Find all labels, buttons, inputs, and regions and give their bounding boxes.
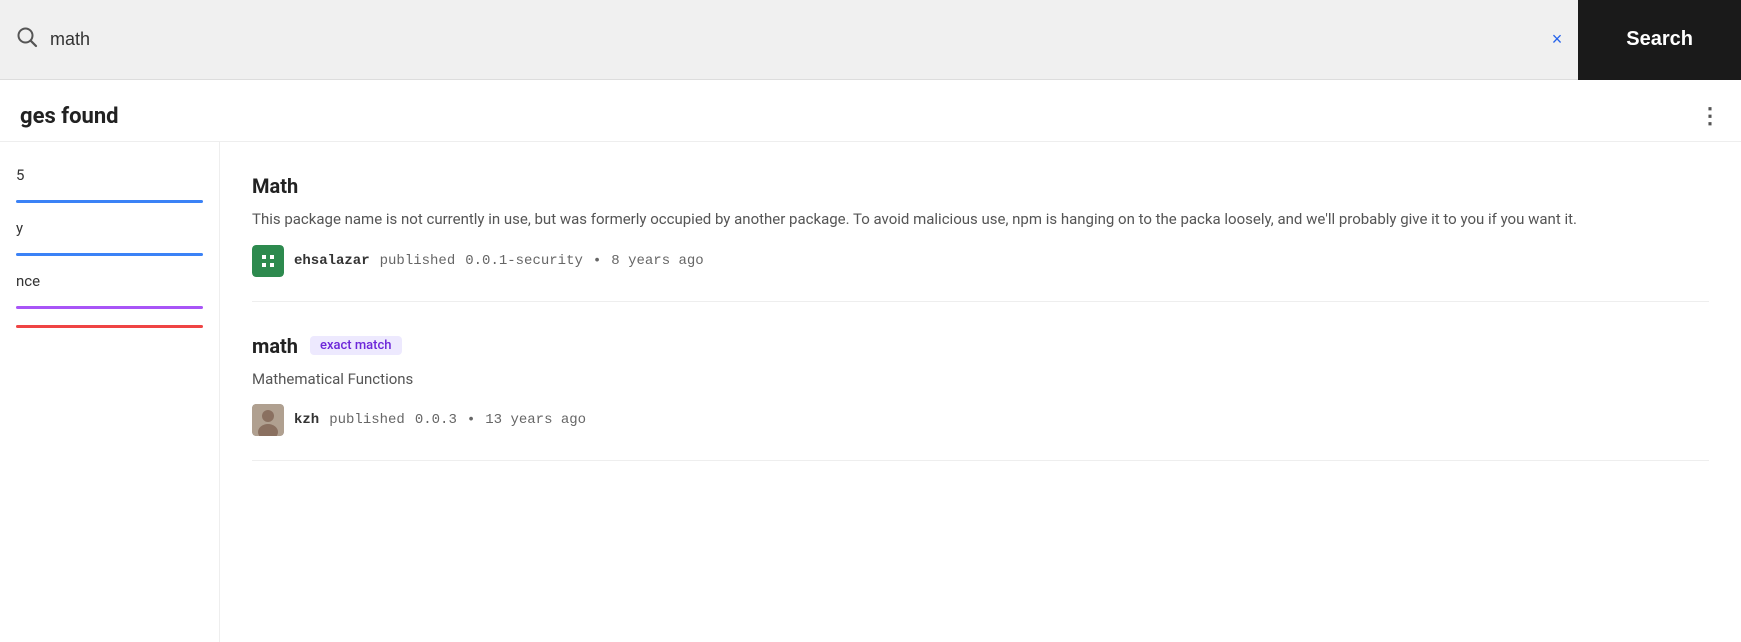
avatar-pixel-icon <box>252 245 284 277</box>
published-ago: 8 years ago <box>611 253 703 269</box>
sidebar-divider-red <box>16 325 203 328</box>
main-layout: 5 y nce Math This package name is not cu… <box>0 142 1741 642</box>
search-button[interactable]: Search <box>1578 0 1741 80</box>
results-count: ges found <box>20 104 119 129</box>
sidebar-divider-blue-1 <box>16 200 203 203</box>
published-label-2: published <box>329 412 405 428</box>
sidebar: 5 y nce <box>0 142 220 642</box>
sort-icon[interactable]: ⋮ <box>1699 104 1721 129</box>
package-item-math-exact: math exact match Mathematical Functions … <box>252 302 1709 462</box>
search-input[interactable]: math <box>50 29 1552 50</box>
package-version: 0.0.1-security <box>465 253 583 269</box>
package-name-row: Math <box>252 174 1709 198</box>
package-item-math: Math This package name is not currently … <box>252 142 1709 302</box>
package-name[interactable]: Math <box>252 174 298 198</box>
sidebar-divider-blue-2 <box>16 253 203 256</box>
package-version-2: 0.0.3 <box>415 412 457 428</box>
author-name-2[interactable]: kzh <box>294 412 319 428</box>
author-avatar-2 <box>252 404 284 436</box>
published-ago-2: 13 years ago <box>485 412 586 428</box>
package-list: Math This package name is not currently … <box>220 142 1741 642</box>
package-name-row-2: math exact match <box>252 334 1709 358</box>
published-label: published <box>380 253 456 269</box>
package-meta: ehsalazar published 0.0.1-security • 8 y… <box>252 245 1709 277</box>
sidebar-item-y[interactable]: y <box>16 219 203 237</box>
exact-match-badge: exact match <box>310 336 402 355</box>
author-avatar <box>252 245 284 277</box>
package-description-2: Mathematical Functions <box>252 368 1709 391</box>
results-header: ges found ⋮ <box>0 80 1741 142</box>
dot-separator: • <box>593 253 601 269</box>
author-name[interactable]: ehsalazar <box>294 253 370 269</box>
sidebar-divider-purple <box>16 306 203 309</box>
sidebar-item-count: 5 <box>16 166 203 184</box>
package-name-2[interactable]: math <box>252 334 298 358</box>
author-photo <box>252 404 284 436</box>
dot-separator-2: • <box>467 412 475 428</box>
clear-button[interactable]: × <box>1552 29 1563 50</box>
search-bar: math × Search <box>0 0 1741 80</box>
search-icon <box>16 26 38 53</box>
sidebar-item-nce[interactable]: nce <box>16 272 203 290</box>
package-description: This package name is not currently in us… <box>252 208 1709 231</box>
package-meta-2: kzh published 0.0.3 • 13 years ago <box>252 404 1709 436</box>
